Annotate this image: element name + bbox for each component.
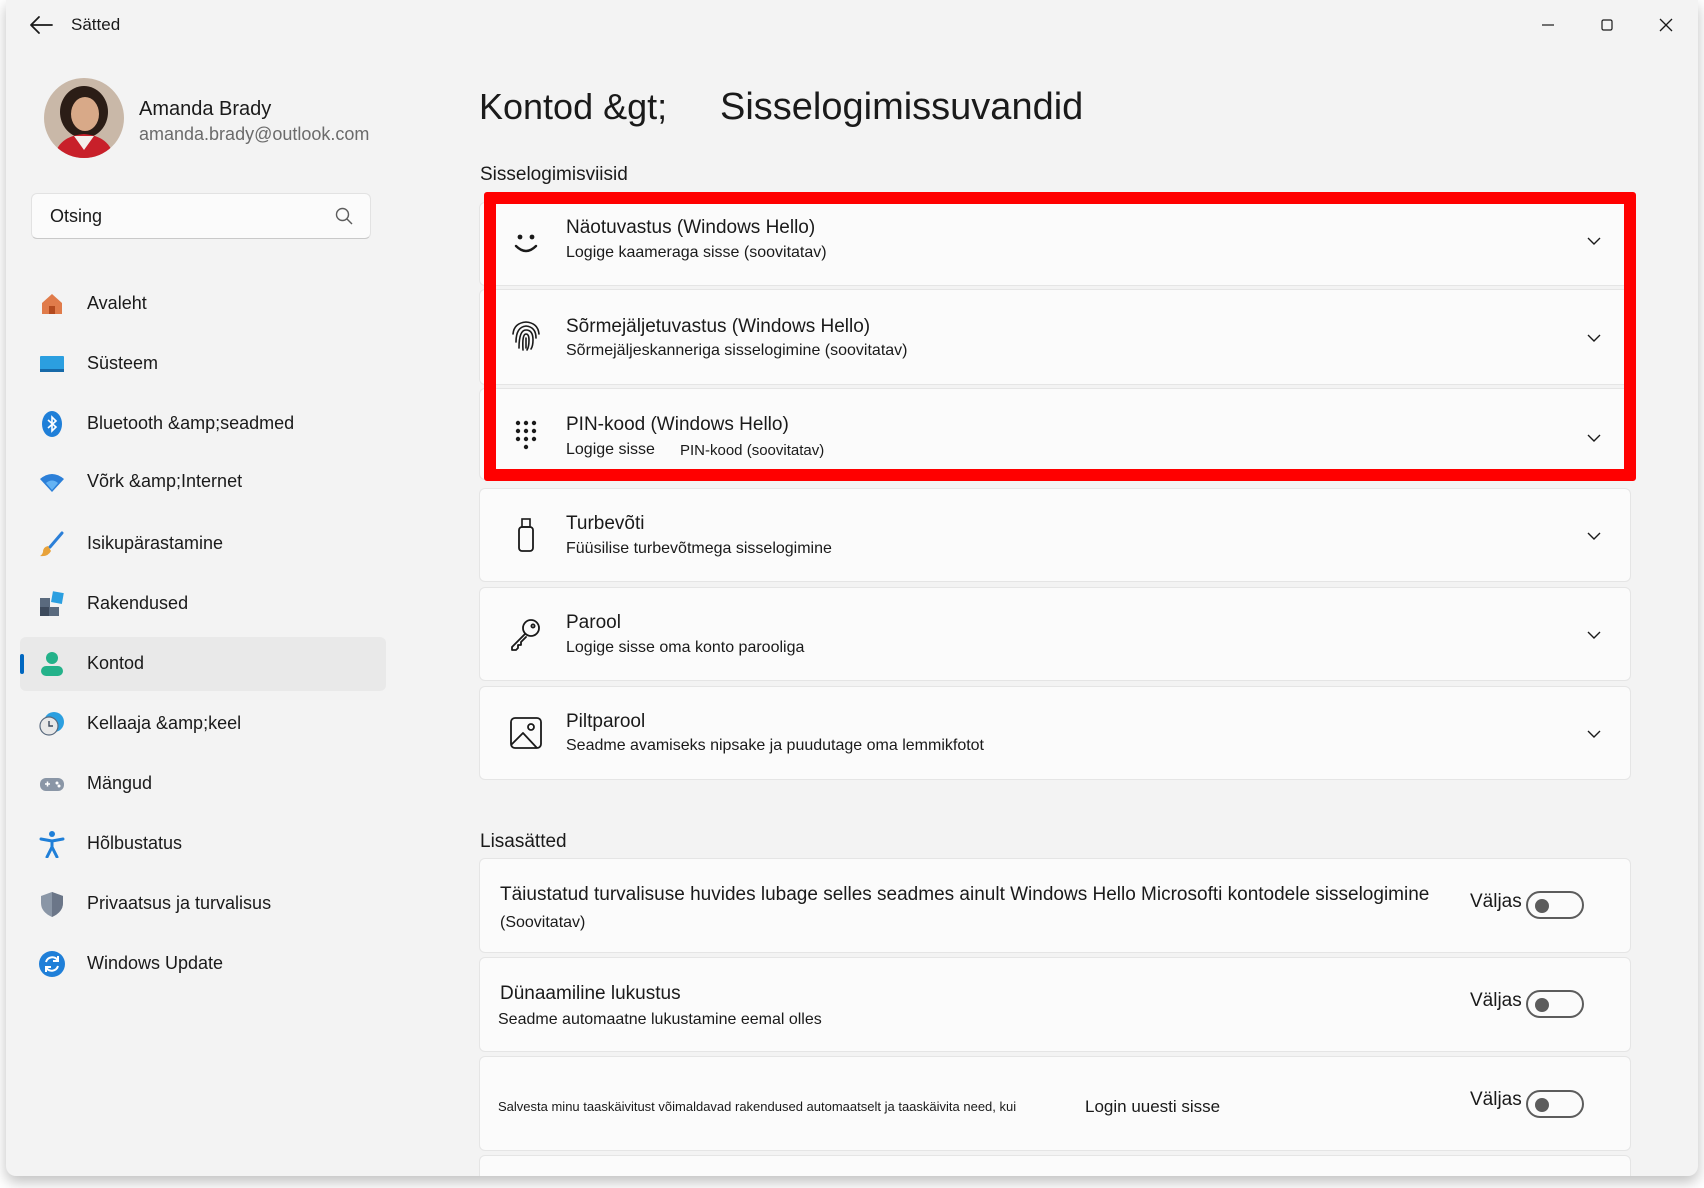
sidebar-item-label: Windows Update — [87, 953, 224, 973]
sidebar-item-apps[interactable]: Rakendused — [20, 577, 386, 631]
search-box[interactable] — [31, 193, 371, 239]
shield-icon — [41, 892, 63, 917]
signin-option-password[interactable]: Parool Logige sisse oma konto parooliga — [479, 587, 1631, 681]
home-icon — [42, 294, 62, 314]
setting-title: Täiustatud turvalisuse huvides lubage se… — [500, 884, 1430, 905]
search-icon[interactable] — [334, 206, 354, 226]
toggle-state-label: Väljas — [1470, 891, 1522, 912]
option-subtitle: Seadme avamiseks nipsake ja puudutage om… — [566, 737, 984, 754]
toggle-knob — [1535, 1098, 1549, 1112]
accessibility-icon — [39, 831, 65, 858]
sidebar-item-personalization[interactable]: Isikupärastamine — [20, 517, 386, 571]
section-title-additional: Lisasätted — [480, 831, 567, 852]
setting-next-card — [479, 1155, 1631, 1176]
user-email: amanda.brady@outlook.com — [139, 124, 370, 144]
setting-title: Dünaamiline lukustus — [500, 983, 681, 1004]
apps-icon — [40, 591, 64, 616]
toggle-switch[interactable] — [1526, 1090, 1584, 1118]
sidebar-item-label: Avaleht — [87, 293, 147, 313]
setting-title-continued: Login uuesti sisse — [1085, 1097, 1221, 1116]
sidebar-item-label: Rakendused — [87, 593, 189, 613]
avatar[interactable] — [44, 78, 124, 158]
sidebar-item-label: Süsteem — [87, 353, 159, 373]
option-title: Piltparool — [566, 711, 646, 732]
maximize-button[interactable] — [1587, 10, 1627, 40]
chevron-down-icon — [1587, 532, 1601, 540]
sidebar-item-label: Võrk &amp;Internet — [87, 471, 243, 491]
signin-option-security-key[interactable]: Turbevõti Füüsilise turbevõtmega sisselo… — [479, 488, 1631, 582]
sidebar-item-system[interactable]: Süsteem — [20, 337, 386, 391]
usb-key-icon — [518, 518, 534, 552]
sidebar-item-accounts[interactable]: Kontod — [20, 637, 386, 691]
update-icon — [39, 951, 65, 977]
active-indicator — [20, 654, 24, 674]
toggle-knob — [1535, 899, 1549, 913]
setting-restart-apps: Salvesta minu taaskäivitust võimaldavad … — [479, 1056, 1631, 1151]
page-title: Sisselogimissuvandid — [720, 86, 1084, 128]
signin-option-picture-password[interactable]: Piltparool Seadme avamiseks nipsake ja p… — [479, 686, 1631, 780]
setting-dynamic-lock: Dünaamiline lukustus Seadme automaatne l… — [479, 957, 1631, 1052]
breadcrumb[interactable]: Kontod &gt; — [479, 86, 667, 128]
account-icon — [41, 652, 63, 676]
maximize-icon — [1601, 19, 1613, 31]
key-icon — [511, 619, 540, 651]
option-title: Parool — [566, 612, 621, 633]
sidebar-item-label: Bluetooth &amp;seadmed — [87, 413, 295, 433]
close-button[interactable] — [1646, 10, 1686, 40]
sidebar-item-label: Privaatsus ja turvalisus — [87, 893, 272, 913]
highlight-box — [484, 192, 1636, 481]
setting-title: Salvesta minu taaskäivitust võimaldavad … — [498, 1099, 1017, 1114]
sidebar-item-network[interactable]: Võrk &amp;Internet — [20, 455, 386, 509]
setting-windows-hello-only: Täiustatud turvalisuse huvides lubage se… — [479, 858, 1631, 953]
sidebar-item-privacy[interactable]: Privaatsus ja turvalisus — [20, 877, 386, 931]
picture-icon — [510, 717, 542, 749]
chevron-down-icon — [1587, 631, 1601, 639]
app-title: Sätted — [71, 15, 121, 34]
sidebar-item-label: Isikupärastamine — [87, 533, 224, 553]
option-subtitle: Füüsilise turbevõtmega sisselogimine — [566, 540, 832, 557]
sidebar-item-time-language[interactable]: Kellaaja &amp;keel — [20, 697, 386, 751]
brush-icon — [40, 531, 64, 557]
sidebar-item-home[interactable]: Avaleht — [20, 277, 386, 331]
sidebar-item-windows-update[interactable]: Windows Update — [20, 937, 386, 991]
system-icon — [40, 356, 64, 372]
user-name: Amanda Brady — [139, 98, 272, 120]
sidebar-item-label: Hõlbustatus — [87, 833, 183, 853]
toggle-switch[interactable] — [1526, 990, 1584, 1018]
sidebar-item-label: Kellaaja &amp;keel — [87, 713, 242, 733]
chevron-down-icon — [1587, 730, 1601, 738]
setting-subtitle: (Soovitatav) — [500, 914, 586, 931]
setting-subtitle: Seadme automaatne lukustamine eemal olle… — [498, 1011, 822, 1028]
toggle-knob — [1535, 998, 1549, 1012]
search-input[interactable] — [50, 206, 320, 227]
back-arrow-icon — [30, 16, 53, 34]
gamepad-icon — [40, 778, 64, 791]
toggle-state-label: Väljas — [1470, 990, 1522, 1011]
toggle-state-label: Väljas — [1470, 1089, 1522, 1110]
title-bar: Sätted — [6, 0, 1698, 50]
option-subtitle: Logige sisse oma konto parooliga — [566, 639, 805, 656]
minimize-button[interactable] — [1528, 10, 1568, 40]
clock-globe-icon — [39, 712, 64, 736]
sidebar-item-label: Kontod — [87, 653, 145, 673]
close-icon — [1659, 18, 1673, 32]
back-button[interactable] — [26, 12, 56, 38]
section-title-signin: Sisselogimisviisid — [480, 164, 628, 185]
bluetooth-icon — [42, 411, 62, 437]
option-title: Turbevõti — [566, 513, 645, 534]
settings-window: Sätted Amanda Brady amanda.brady@outlook… — [6, 0, 1698, 1176]
sidebar-item-accessibility[interactable]: Hõlbustatus — [20, 817, 386, 871]
sidebar-item-bluetooth[interactable]: Bluetooth &amp;seadmed — [20, 397, 386, 451]
sidebar-item-label: Mängud — [87, 773, 153, 793]
toggle-switch[interactable] — [1526, 891, 1584, 919]
user-photo-icon — [44, 78, 124, 158]
sidebar-item-gaming[interactable]: Mängud — [20, 757, 386, 811]
wifi-icon — [40, 474, 64, 492]
minimize-icon — [1542, 24, 1554, 26]
